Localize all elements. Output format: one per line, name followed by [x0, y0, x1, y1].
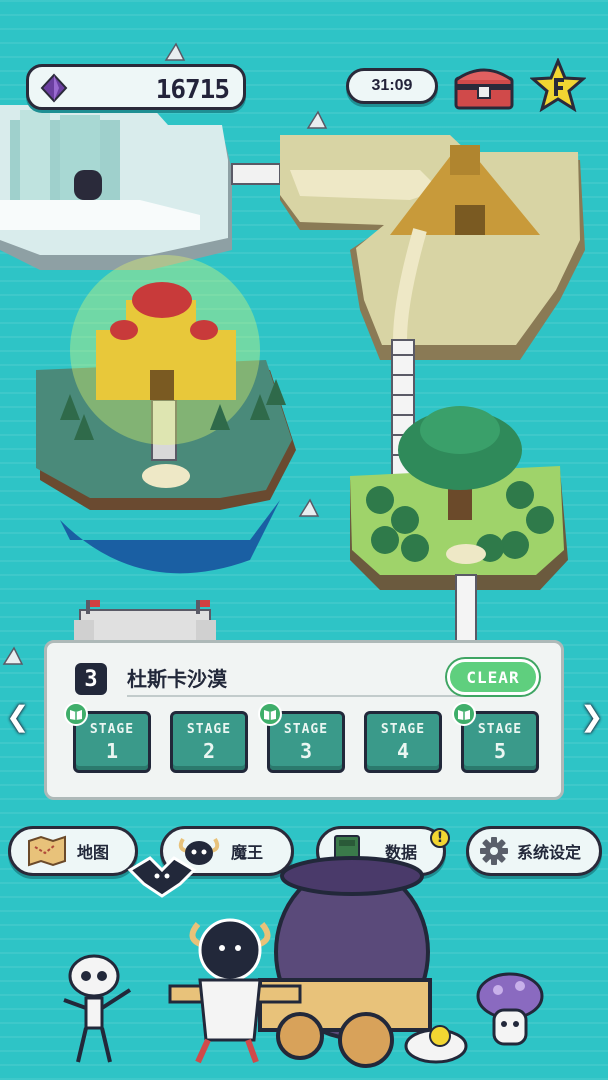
treasure-chest-button[interactable]	[452, 62, 516, 110]
stage-number: 4	[396, 739, 410, 763]
mushroom-character	[476, 972, 544, 1046]
stage-label: STAGE	[186, 722, 232, 737]
currency-value: 16715	[155, 75, 230, 105]
stage-button-5[interactable]: STAGE 5	[452, 702, 539, 773]
stage-select-panel: 3 杜斯卡沙漠 CLEAR STAGE 1 STAGE 2 STAGE 3 ST…	[44, 640, 564, 800]
stage-button-4[interactable]: STAGE 4	[364, 711, 442, 773]
star-icon	[529, 57, 587, 113]
stage-number: 3	[299, 739, 313, 763]
stage-label: STAGE	[283, 722, 329, 737]
currency-display: 16715	[26, 64, 246, 110]
demon-character	[189, 918, 271, 1064]
snow-island	[0, 105, 232, 270]
clear-badge: CLEAR	[447, 659, 539, 695]
treasure-chest-icon	[454, 68, 514, 110]
forest-island	[350, 406, 568, 590]
prev-area-arrow-icon[interactable]: ❮	[6, 700, 29, 733]
stage-label: STAGE	[477, 722, 523, 737]
title-divider	[127, 695, 507, 697]
timer-display: 31:09	[346, 68, 438, 104]
stage-label: STAGE	[89, 722, 135, 737]
area-name: 杜斯卡沙漠	[127, 667, 227, 691]
characters-art	[63, 856, 544, 1068]
stage-button-1[interactable]: STAGE 1	[64, 702, 151, 773]
castle-island	[36, 255, 296, 574]
stage-label: STAGE	[380, 722, 426, 737]
stage-button-2[interactable]: STAGE 2	[170, 711, 248, 773]
bat-character	[127, 856, 197, 898]
stage-number: 5	[493, 739, 507, 763]
stage-number: 2	[202, 739, 216, 763]
favorites-star-button[interactable]	[529, 57, 587, 113]
book-icon	[452, 702, 476, 726]
stage-number: 1	[105, 739, 119, 763]
stage-button-3[interactable]: STAGE 3	[258, 702, 345, 773]
book-icon	[258, 702, 282, 726]
next-area-arrow-icon[interactable]: ❯	[580, 700, 603, 733]
desert-island	[280, 135, 585, 360]
skeleton-character	[63, 954, 132, 1063]
area-number-badge: 3	[75, 663, 107, 695]
book-icon	[64, 702, 88, 726]
gem-icon	[39, 73, 69, 107]
